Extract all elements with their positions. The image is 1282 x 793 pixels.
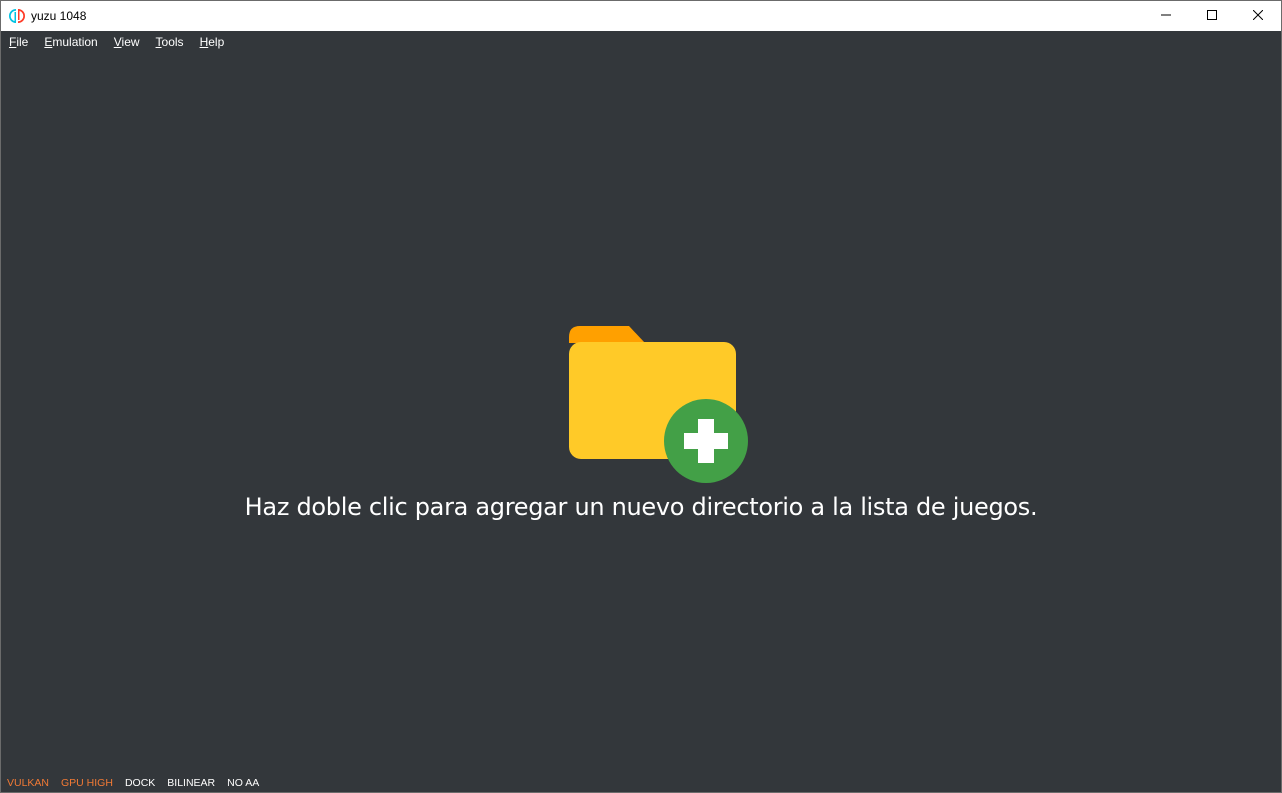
filter-status-button[interactable]: BILINEAR: [161, 773, 221, 792]
dock-mode-status-button[interactable]: DOCK: [119, 773, 161, 792]
close-button[interactable]: [1235, 1, 1281, 31]
menu-tools[interactable]: Tools: [148, 31, 192, 53]
empty-list-message: Haz doble clic para agregar un nuevo dir…: [244, 493, 1038, 521]
maximize-icon: [1207, 7, 1217, 25]
minimize-button[interactable]: [1143, 1, 1189, 31]
maximize-button[interactable]: [1189, 1, 1235, 31]
status-bar: VULKAN GPU HIGH DOCK BILINEAR NO AA: [1, 773, 1281, 792]
menu-emulation[interactable]: Emulation: [36, 31, 105, 53]
yuzu-window: yuzu 1048 File Emulation View Tools Help…: [0, 0, 1282, 793]
menu-bar: File Emulation View Tools Help: [1, 31, 1281, 53]
anti-aliasing-status-button[interactable]: NO AA: [221, 773, 265, 792]
yuzu-logo-icon: [9, 8, 25, 24]
window-controls: [1143, 1, 1281, 31]
gpu-accuracy-status-button[interactable]: GPU HIGH: [55, 773, 119, 792]
menu-file[interactable]: File: [1, 31, 36, 53]
menu-view[interactable]: View: [106, 31, 148, 53]
game-list-area[interactable]: Haz doble clic para agregar un nuevo dir…: [1, 53, 1281, 773]
title-bar[interactable]: yuzu 1048: [1, 1, 1281, 31]
renderer-status-button[interactable]: VULKAN: [1, 773, 55, 792]
game-list-empty-state[interactable]: Haz doble clic para agregar un nuevo dir…: [1, 323, 1281, 521]
add-folder-icon[interactable]: [569, 323, 751, 483]
close-icon: [1252, 7, 1264, 25]
minimize-icon: [1161, 7, 1171, 25]
window-title: yuzu 1048: [31, 9, 87, 23]
menu-help[interactable]: Help: [192, 31, 233, 53]
